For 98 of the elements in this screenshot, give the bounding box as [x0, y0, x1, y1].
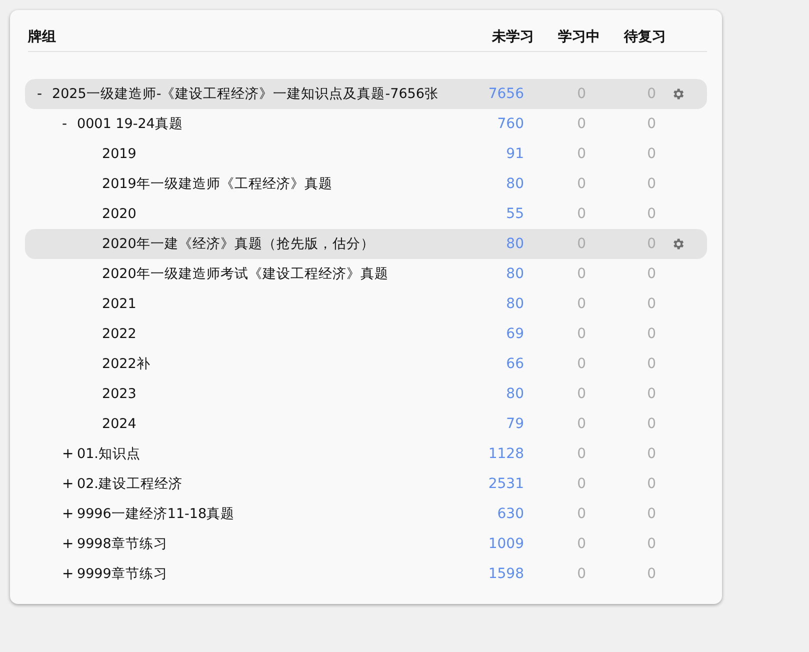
expand-toggle[interactable]: -: [62, 116, 77, 132]
deck-row[interactable]: + 9999章节练习 1598 0 0: [25, 559, 707, 589]
learning-count: 0: [576, 386, 587, 402]
review-count: 0: [646, 536, 657, 552]
learning-count: 0: [576, 176, 587, 192]
new-count: 66: [505, 356, 524, 372]
deck-row[interactable]: + 9996一建经济11-18真题 630 0 0: [25, 499, 707, 529]
learning-count: 0: [576, 296, 587, 312]
learning-count: 0: [576, 446, 587, 462]
review-count: 0: [646, 326, 657, 342]
expand-toggle[interactable]: +: [62, 566, 77, 582]
learning-count: 0: [576, 266, 587, 282]
deck-name[interactable]: 2020年一级建造师考试《建设工程经济》真题: [102, 265, 388, 283]
settings-icon[interactable]: [671, 87, 685, 101]
new-count: 630: [496, 506, 524, 522]
deck-name[interactable]: 2020: [102, 206, 136, 222]
review-count: 0: [646, 176, 657, 192]
deck-name[interactable]: 2024: [102, 416, 136, 432]
deck-row[interactable]: 2020年一建《经济》真题（抢先版，估分） 80 0 0: [25, 229, 707, 259]
learning-count: 0: [576, 416, 587, 432]
deck-row[interactable]: - 2025一级建造师-《建设工程经济》一建知识点及真题-7656张 7656 0 0: [25, 79, 707, 109]
new-count: 80: [505, 236, 524, 252]
learning-count: 0: [576, 476, 587, 492]
review-count: 0: [646, 206, 657, 222]
deck-name[interactable]: 9996一建经济11-18真题: [77, 505, 235, 523]
review-count: 0: [646, 116, 657, 132]
learning-count: 0: [576, 506, 587, 522]
learning-count: 0: [576, 206, 587, 222]
settings-icon[interactable]: [671, 237, 685, 251]
new-count: 7656: [487, 86, 524, 102]
new-count: 80: [505, 296, 524, 312]
new-count: 1009: [487, 536, 524, 552]
expand-toggle[interactable]: +: [62, 506, 77, 522]
learning-count: 0: [576, 326, 587, 342]
learning-count: 0: [576, 86, 587, 102]
review-count: 0: [646, 296, 657, 312]
new-count: 1598: [487, 566, 524, 582]
deck-row[interactable]: 2022 69 0 0: [25, 319, 707, 349]
deck-name[interactable]: 2019: [102, 146, 136, 162]
deck-row[interactable]: 2024 79 0 0: [25, 409, 707, 439]
review-count: 0: [646, 506, 657, 522]
expand-toggle[interactable]: +: [62, 476, 77, 492]
review-count: 0: [646, 416, 657, 432]
deck-name[interactable]: 02.建设工程经济: [77, 475, 182, 493]
deck-name[interactable]: 2022: [102, 326, 136, 342]
review-count: 0: [646, 476, 657, 492]
review-count: 0: [646, 446, 657, 462]
expand-toggle[interactable]: +: [62, 446, 77, 462]
deck-row[interactable]: 2019 91 0 0: [25, 139, 707, 169]
review-count: 0: [646, 146, 657, 162]
new-count: 1128: [487, 446, 524, 462]
new-count: 2531: [487, 476, 524, 492]
deck-row[interactable]: 2020 55 0 0: [25, 199, 707, 229]
column-header: 待复习: [622, 28, 666, 46]
column-header: 学习中: [557, 28, 600, 46]
deck-name[interactable]: 0001 19-24真题: [77, 115, 183, 133]
deck-name[interactable]: 2021: [102, 296, 136, 312]
review-count: 0: [646, 86, 657, 102]
deck-name[interactable]: 9998章节练习: [77, 535, 168, 553]
new-count: 79: [505, 416, 524, 432]
expand-toggle[interactable]: -: [37, 86, 52, 102]
deck-name[interactable]: 2022补: [102, 355, 150, 373]
new-count: 55: [505, 206, 524, 222]
review-count: 0: [646, 386, 657, 402]
new-count: 69: [505, 326, 524, 342]
deck-row[interactable]: 2020年一级建造师考试《建设工程经济》真题 80 0 0: [25, 259, 707, 289]
deck-name[interactable]: 2025一级建造师-《建设工程经济》一建知识点及真题-7656张: [52, 85, 438, 103]
deck-name[interactable]: 01.知识点: [77, 445, 140, 463]
deck-row[interactable]: 2023 80 0 0: [25, 379, 707, 409]
deck-name[interactable]: 9999章节练习: [77, 565, 168, 583]
learning-count: 0: [576, 116, 587, 132]
learning-count: 0: [576, 356, 587, 372]
learning-count: 0: [576, 536, 587, 552]
learning-count: 0: [576, 146, 587, 162]
review-count: 0: [646, 566, 657, 582]
deck-row[interactable]: + 9998章节练习 1009 0 0: [25, 529, 707, 559]
deck-row[interactable]: 2022补 66 0 0: [25, 349, 707, 379]
new-count: 80: [505, 176, 524, 192]
deck-name[interactable]: 2020年一建《经济》真题（抢先版，估分）: [102, 235, 374, 253]
deck-name[interactable]: 2023: [102, 386, 136, 402]
deck-row[interactable]: 2019年一级建造师《工程经济》真题 80 0 0: [25, 169, 707, 199]
deck-row[interactable]: - 0001 19-24真题 760 0 0: [25, 109, 707, 139]
review-count: 0: [646, 236, 657, 252]
deck-row[interactable]: + 01.知识点 1128 0 0: [25, 439, 707, 469]
deck-row[interactable]: 2021 80 0 0: [25, 289, 707, 319]
learning-count: 0: [576, 236, 587, 252]
new-count: 760: [496, 116, 524, 132]
new-count: 80: [505, 386, 524, 402]
expand-toggle[interactable]: +: [62, 536, 77, 552]
column-header: 牌组: [28, 28, 57, 46]
review-count: 0: [646, 266, 657, 282]
review-count: 0: [646, 356, 657, 372]
new-count: 91: [505, 146, 524, 162]
learning-count: 0: [576, 566, 587, 582]
deck-row[interactable]: + 02.建设工程经济 2531 0 0: [25, 469, 707, 499]
deck-name[interactable]: 2019年一级建造师《工程经济》真题: [102, 175, 332, 193]
new-count: 80: [505, 266, 524, 282]
column-header: 未学习: [490, 28, 534, 46]
